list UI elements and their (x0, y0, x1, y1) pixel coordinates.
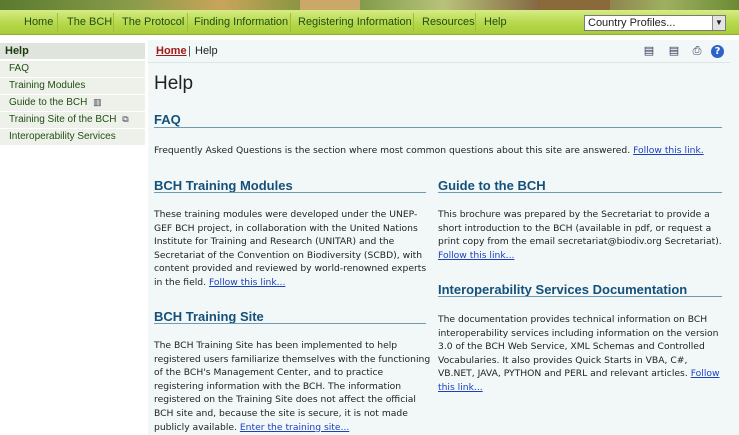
sidebar-item-training-modules[interactable]: Training Modules (0, 78, 145, 94)
breadcrumb-current: Help (195, 45, 218, 57)
sidebar-item-faq[interactable]: FAQ (0, 61, 145, 77)
breadcrumb-home-link[interactable]: Home (156, 45, 187, 57)
printer-friendly-icon[interactable]: ▤ (666, 44, 682, 58)
training-modules-text: These training modules were developed un… (154, 208, 434, 290)
enter-training-site-link[interactable]: Enter the training site... (240, 422, 349, 433)
interop-follow-link[interactable]: Follow (691, 368, 720, 379)
main-content: Home | Help ▤ ▤ ⎙ ? Help FAQ Frequently … (148, 40, 739, 435)
interop-text: The documentation provides technical inf… (438, 313, 730, 395)
sidebar-item-guide[interactable]: Guide to the BCH ▥ (0, 95, 145, 111)
help-icon[interactable]: ? (711, 45, 724, 58)
page-title: Help (154, 73, 194, 94)
guide-text: This brochure was prepared by the Secret… (438, 208, 730, 262)
window-edge (730, 40, 739, 435)
sidebar-item-label: FAQ (9, 63, 30, 74)
sidebar-item-label: Training Modules (9, 80, 86, 91)
book-icon: ▥ (93, 97, 102, 107)
text-line: in the field. (154, 276, 207, 288)
text-line: print copy from the email secretariat@bi… (438, 236, 722, 248)
section-divider (154, 323, 426, 324)
breadcrumb-separator: | (188, 45, 191, 57)
interop-follow-link-cont[interactable]: this link... (438, 382, 483, 393)
text-line: content provided and reviewed by world-r… (154, 263, 427, 275)
sidebar-item-interoperability[interactable]: Interoperability Services (0, 129, 145, 145)
country-profiles-select[interactable]: Country Profiles... ▼ (584, 15, 726, 31)
section-divider (438, 296, 722, 297)
text-line: 3.0 of the BCH Web Service, XML Schemas … (438, 341, 705, 353)
sidebar-item-training-site[interactable]: Training Site of the BCH ⧉ (0, 112, 145, 128)
faq-follow-link[interactable]: Follow this link. (633, 145, 704, 156)
text-line: These training modules were developed un… (154, 209, 418, 220)
text-line: The documentation provides technical inf… (438, 314, 708, 325)
faq-description: Frequently Asked Questions is the sectio… (154, 145, 631, 156)
guide-follow-link[interactable]: Follow this link... (438, 250, 514, 261)
sidebar-item-label: Guide to the BCH (9, 97, 88, 108)
text-line: of the BCH's Management Center, and to p… (154, 367, 384, 379)
faq-text: Frequently Asked Questions is the sectio… (154, 144, 724, 158)
nav-the-bch[interactable]: The BCH (67, 16, 112, 28)
external-window-icon: ⧉ (122, 114, 129, 124)
breadcrumb: Home | Help ▤ ▤ ⎙ ? (148, 40, 739, 63)
header-banner-image (0, 0, 739, 10)
section-divider (438, 192, 722, 193)
text-line: registered on the Training Site does not… (154, 394, 416, 406)
text-line: This brochure was prepared by the Secret… (438, 209, 710, 220)
nav-finding-information[interactable]: Finding Information (194, 16, 288, 28)
top-nav-bar: Home The BCH The Protocol Finding Inform… (0, 10, 739, 35)
country-profiles-value: Country Profiles... (588, 17, 676, 29)
sidebar-header: Help (0, 43, 145, 59)
nav-help[interactable]: Help (484, 16, 507, 28)
training-site-text: The BCH Training Site has been implement… (154, 339, 434, 434)
sidebar-item-label: Interoperability Services (9, 131, 116, 142)
text-line: interoperability services including info… (438, 327, 719, 339)
section-divider (154, 192, 426, 193)
text-line: The BCH Training Site has been implement… (154, 340, 398, 351)
interop-heading: Interoperability Services Documentation (438, 282, 688, 297)
text-line: GEF BCH project, in collaboration with t… (154, 222, 418, 234)
text-line: Institute for Training and Research (UNI… (154, 236, 395, 248)
training-site-heading: BCH Training Site (154, 309, 264, 324)
sidebar-item-label: Training Site of the BCH (9, 114, 117, 125)
section-divider (154, 127, 722, 128)
text-line: registered users familiarize themselves … (154, 353, 431, 365)
nav-the-protocol[interactable]: The Protocol (122, 16, 184, 28)
text-line: short introduction to the BCH (available… (438, 222, 712, 234)
print-icon[interactable]: ⎙ (689, 44, 705, 58)
chevron-down-icon[interactable]: ▼ (712, 16, 725, 30)
sidebar: Help FAQ Training Modules Guide to the B… (0, 40, 145, 435)
faq-heading: FAQ (154, 112, 181, 127)
nav-resources[interactable]: Resources (422, 16, 475, 28)
nav-registering-information[interactable]: Registering Information (298, 16, 412, 28)
nav-home[interactable]: Home (24, 16, 53, 28)
guide-heading: Guide to the BCH (438, 178, 546, 193)
text-line: BCH site and, because the site is secure… (154, 407, 408, 419)
training-modules-follow-link[interactable]: Follow this link... (209, 277, 285, 288)
text-line: VB.NET, JAVA, PYTHON and PERL and releva… (438, 368, 688, 380)
training-modules-heading: BCH Training Modules (154, 178, 293, 193)
text-line: Vocabularies. It also provides Quick Sta… (438, 354, 688, 366)
text-line: Secretariat of the Convention on Biodive… (154, 249, 423, 261)
print-preview-icon[interactable]: ▤ (641, 44, 657, 58)
text-line: registering information with the BCH. Th… (154, 380, 402, 392)
text-line: publicly available. (154, 421, 237, 433)
